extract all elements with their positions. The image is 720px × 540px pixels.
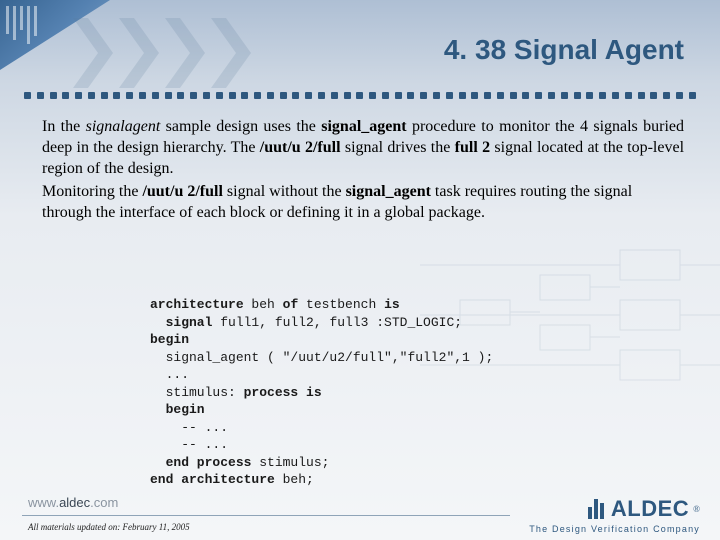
logo-text: ALDEC <box>611 496 689 522</box>
corner-bars <box>6 6 37 44</box>
text-bold: full 2 <box>455 139 490 156</box>
text: In the <box>42 118 86 135</box>
text-italic: signalagent <box>86 118 161 135</box>
tagline: The Design Verification Company <box>529 524 700 534</box>
footer-rule <box>22 515 510 516</box>
text: signal drives the <box>341 139 455 156</box>
url-main: aldec <box>59 495 90 510</box>
footer-updated: All materials updated on: February 11, 2… <box>28 522 190 532</box>
text: Monitoring the <box>42 183 142 200</box>
text: sample design uses the <box>160 118 321 135</box>
text: signal without the <box>223 183 346 200</box>
body-text: In the signalagent sample design uses th… <box>42 116 684 224</box>
logo-mark-icon <box>588 499 604 519</box>
chevron-bg-icon <box>70 18 254 88</box>
footer-url: www.aldec.com <box>28 495 118 510</box>
slide: 4. 38 Signal Agent In the signalagent sa… <box>0 0 720 540</box>
code-block: architecture beh of testbench is signal … <box>150 296 493 489</box>
registered-icon: ® <box>693 504 700 514</box>
url-suffix: .com <box>90 495 118 510</box>
url-prefix: www. <box>28 495 59 510</box>
slide-title: 4. 38 Signal Agent <box>444 34 684 66</box>
text-bold: /uut/u 2/full <box>142 183 222 200</box>
footer: www.aldec.com All materials updated on: … <box>0 486 720 540</box>
aldec-logo: ALDEC ® <box>588 496 700 522</box>
text-bold: signal_agent <box>321 118 406 135</box>
text-bold: /uut/u 2/full <box>260 139 341 156</box>
text-bold: signal_agent <box>346 183 431 200</box>
divider-dots <box>24 88 696 102</box>
